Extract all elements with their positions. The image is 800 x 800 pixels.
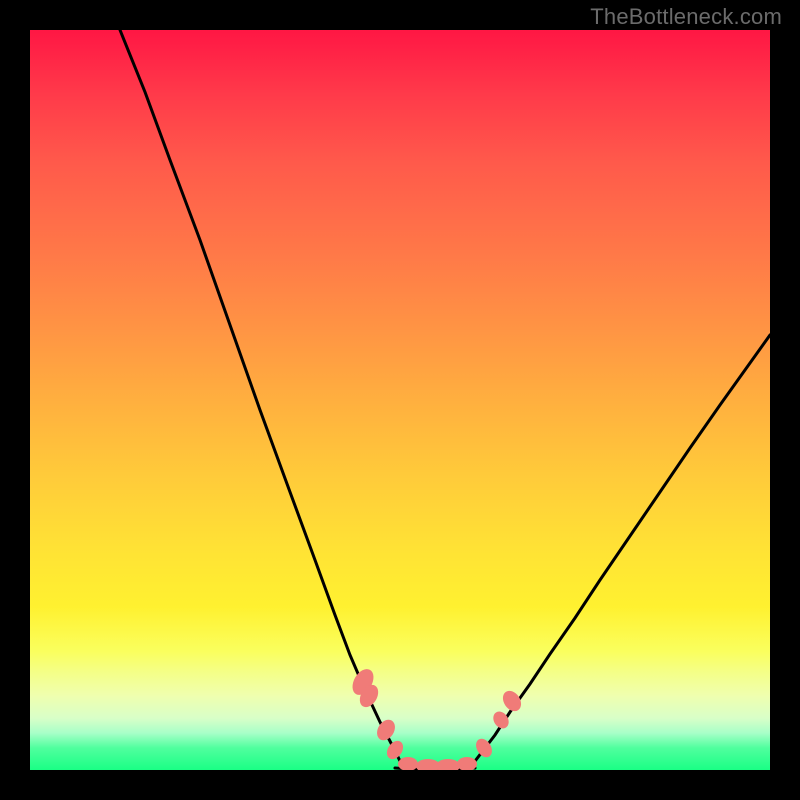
data-marker [398, 757, 418, 770]
data-marker [436, 759, 460, 770]
chart-svg [30, 30, 770, 770]
plot-area [30, 30, 770, 770]
series-left-curve [120, 30, 402, 765]
chart-frame: TheBottleneck.com [0, 0, 800, 800]
curve-lines [120, 30, 770, 769]
data-markers [348, 665, 525, 770]
data-marker [457, 757, 477, 770]
data-marker [373, 716, 398, 743]
data-marker [499, 687, 525, 714]
watermark-text: TheBottleneck.com [590, 4, 782, 30]
